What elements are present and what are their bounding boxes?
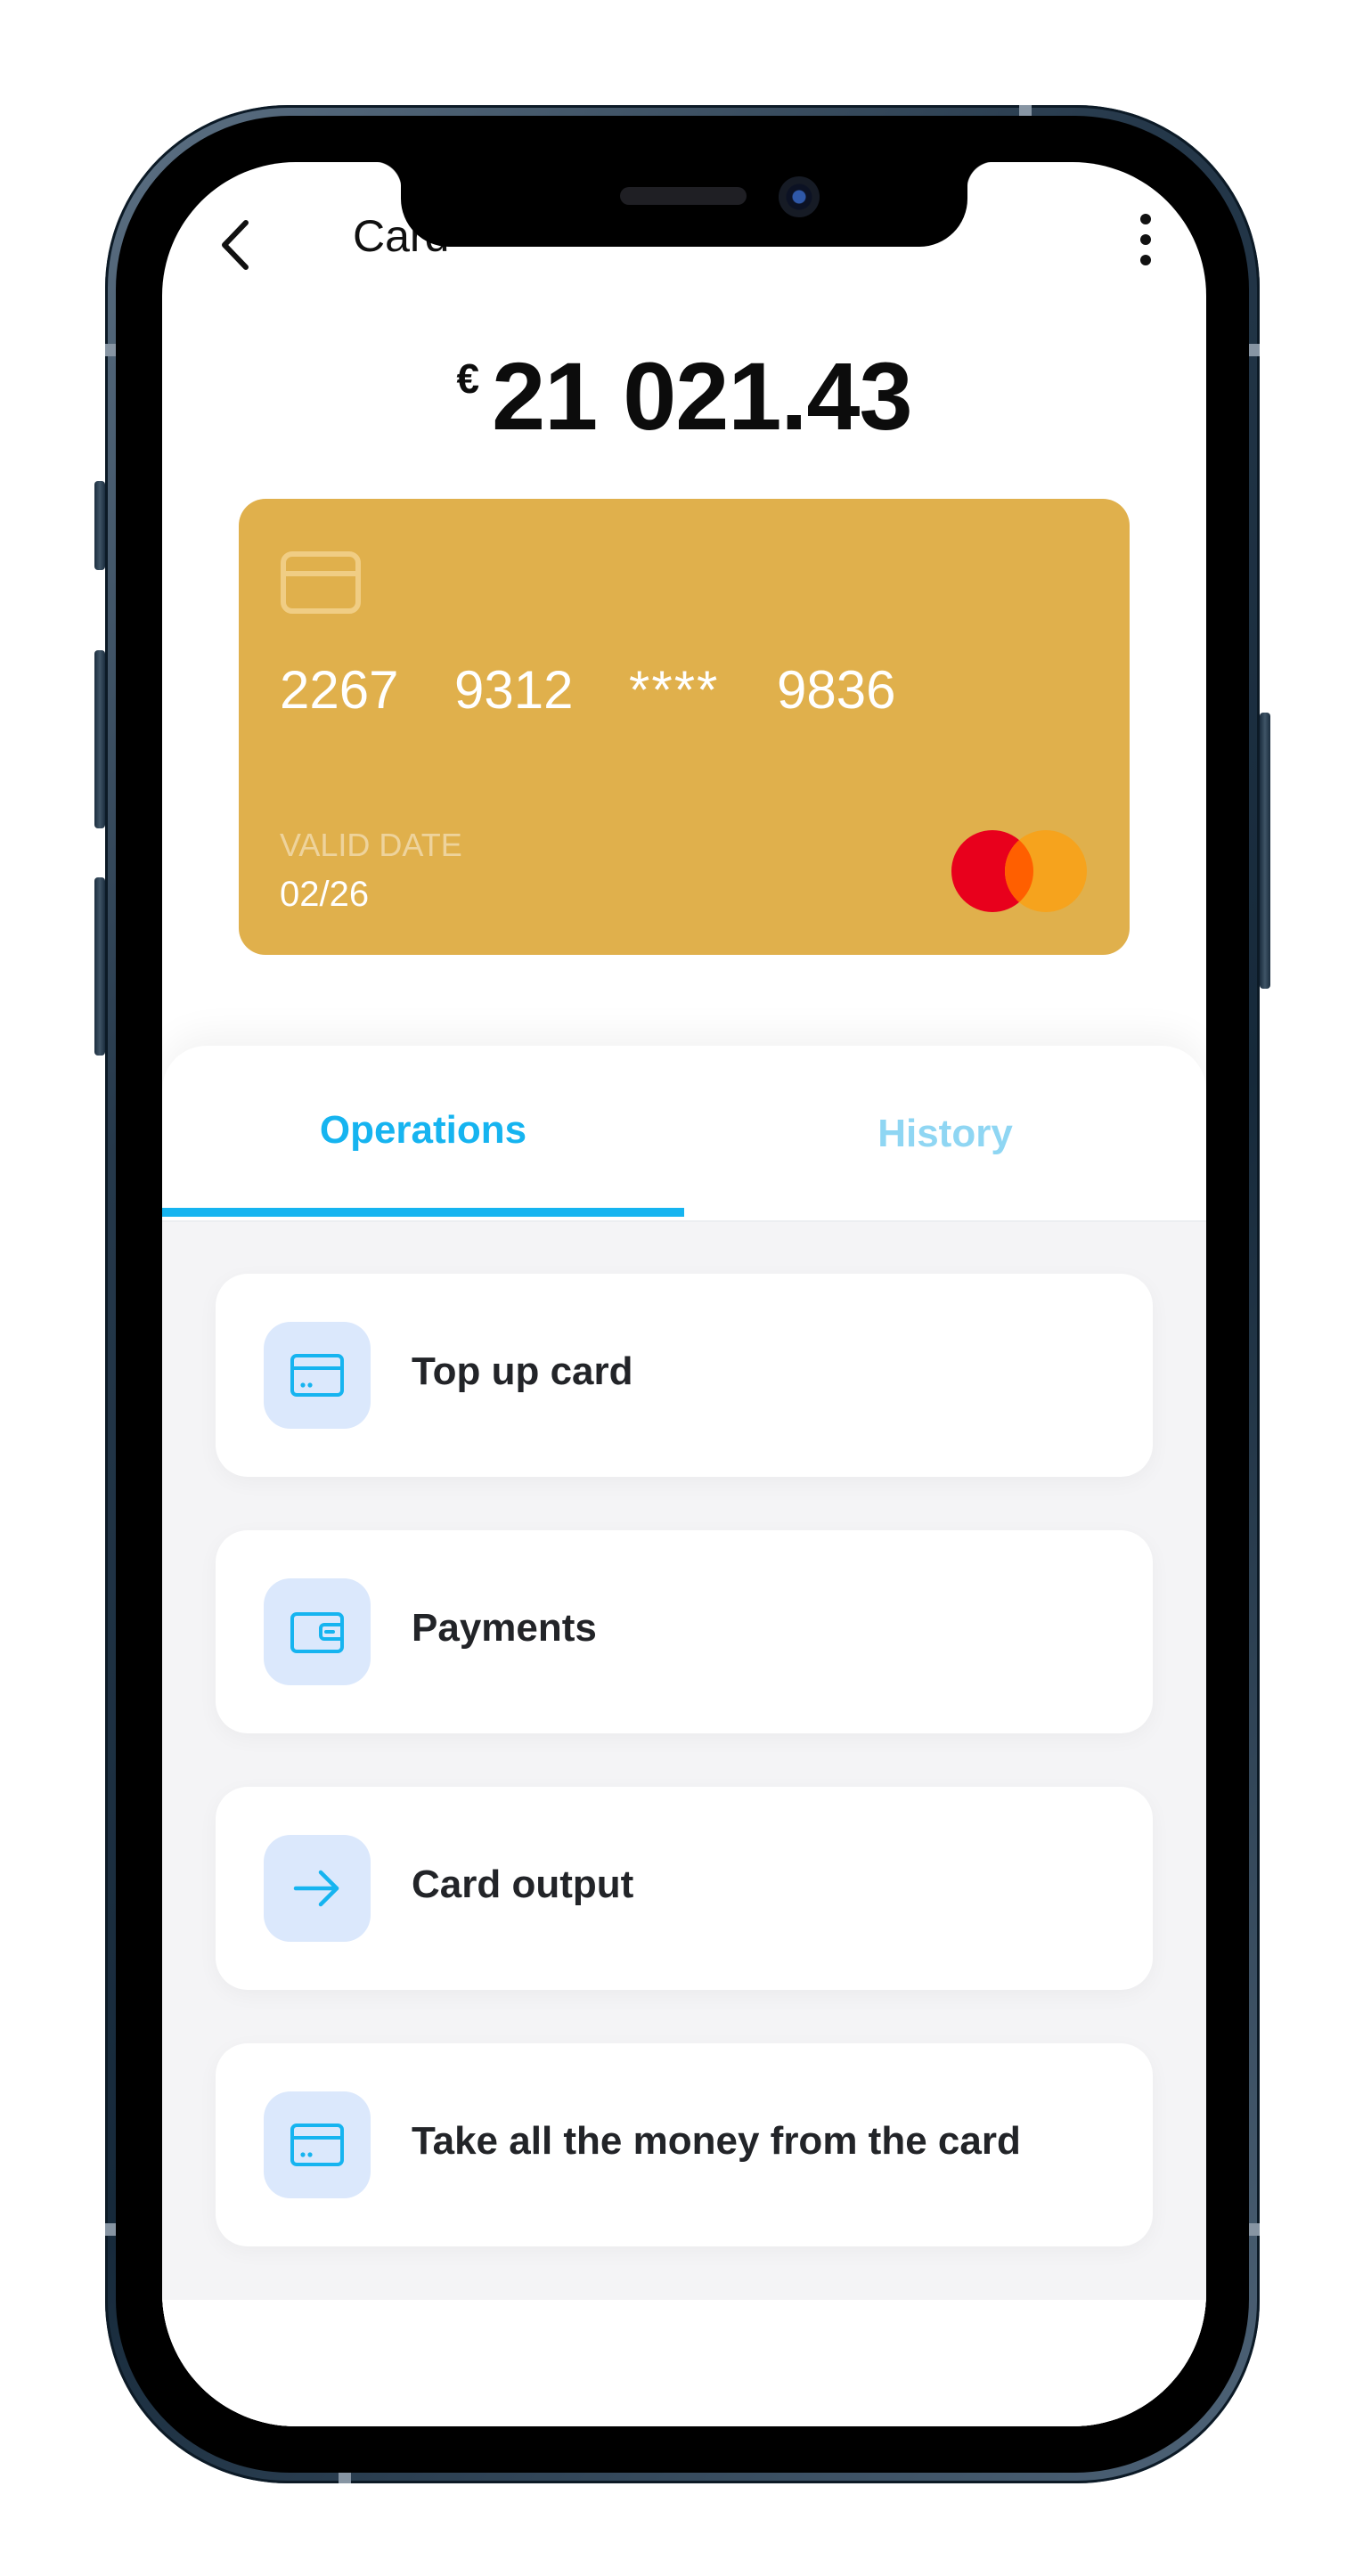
more-options-button[interactable] <box>1128 208 1163 271</box>
card-number-group: 2267 <box>280 660 399 720</box>
bottom-safe-area <box>162 2300 1206 2426</box>
valid-date-value: 02/26 <box>280 875 370 914</box>
card-number-group: **** <box>629 660 720 720</box>
arrow-right-icon <box>293 1870 339 1907</box>
card-balance: €21 021.43 <box>162 340 1206 452</box>
operation-label: Card output <box>412 1863 634 1906</box>
operation-icon-tile <box>264 2091 371 2198</box>
phone-notch <box>374 162 994 247</box>
antenna-line <box>1247 344 1260 356</box>
valid-date-label: VALID DATE <box>280 827 462 863</box>
speaker-grille <box>620 187 747 205</box>
operation-icon-tile <box>264 1578 371 1685</box>
operations-list: Top up card Payments Card output Take al… <box>162 1222 1206 2426</box>
card-number-group: 9836 <box>777 660 896 720</box>
operation-payments[interactable]: Payments <box>216 1530 1153 1733</box>
antenna-line <box>1247 2223 1260 2236</box>
mastercard-overlap <box>1005 830 1033 912</box>
tab-bar: Operations History <box>162 1046 1206 1222</box>
balance-amount: 21 021.43 <box>492 342 912 450</box>
operation-label: Take all the money from the card <box>412 2119 1021 2163</box>
operation-top-up-card[interactable]: Top up card <box>216 1274 1153 1477</box>
tab-operations[interactable]: Operations <box>162 1108 684 1153</box>
operation-label: Top up card <box>412 1349 633 1393</box>
mastercard-logo <box>951 828 1089 914</box>
screenshot-stage: Card €21 021.43 2267 9312 **** 9836 VALI… <box>0 0 1363 2576</box>
active-tab-indicator <box>162 1208 684 1217</box>
card-number: 2267 9312 **** 9836 <box>280 659 910 721</box>
tab-history[interactable]: History <box>684 1112 1206 1156</box>
side-button-volume-down <box>94 877 105 1056</box>
back-button[interactable] <box>212 214 265 276</box>
credit-card-icon <box>280 550 362 615</box>
wallet-icon <box>290 1612 344 1653</box>
operation-icon-tile <box>264 1835 371 1942</box>
operation-card-output[interactable]: Card output <box>216 1787 1153 1990</box>
bank-card[interactable]: 2267 9312 **** 9836 VALID DATE 02/26 <box>239 499 1130 955</box>
operation-take-all-money[interactable]: Take all the money from the card <box>216 2043 1153 2246</box>
chevron-left-icon <box>222 220 249 270</box>
front-camera <box>779 176 820 217</box>
phone-screen: Card €21 021.43 2267 9312 **** 9836 VALI… <box>162 162 1206 2426</box>
currency-symbol: € <box>456 355 480 402</box>
credit-card-icon <box>290 2124 344 2166</box>
operation-label: Payments <box>412 1606 597 1650</box>
card-number-group: 9312 <box>454 660 574 720</box>
side-button-power <box>1260 713 1270 989</box>
antenna-line <box>339 2471 351 2483</box>
credit-card-icon <box>290 1354 344 1397</box>
operation-icon-tile <box>264 1322 371 1429</box>
more-vertical-icon <box>1140 214 1151 265</box>
side-button-silent <box>94 481 105 570</box>
side-button-volume-up <box>94 650 105 828</box>
